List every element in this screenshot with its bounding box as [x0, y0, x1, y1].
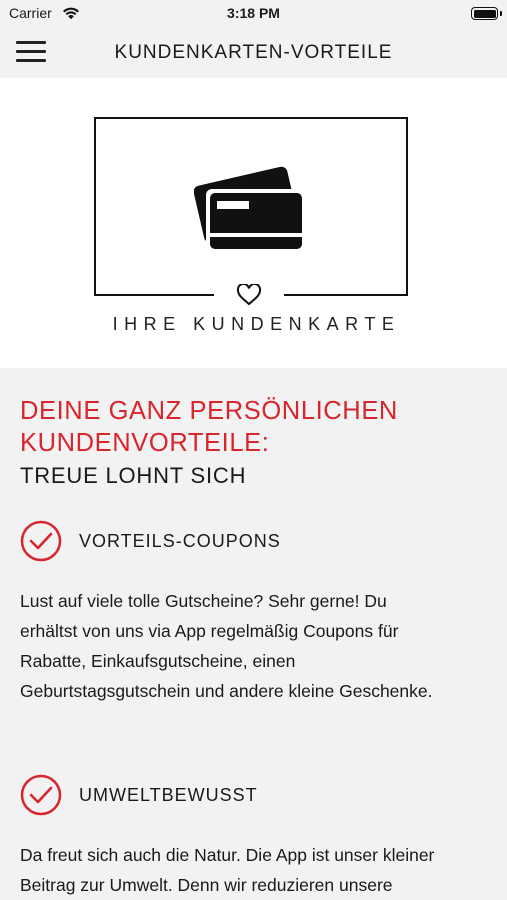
- text-line: Da freut sich auch die Natur. Die App is…: [20, 845, 435, 865]
- text-line: Lust auf viele tolle Gutscheine? Sehr ge…: [20, 591, 387, 611]
- battery-tip: [500, 11, 502, 16]
- text-line: Beitrag zur Umwelt. Denn wir reduzieren …: [20, 875, 393, 895]
- benefit-text-environment: Da freut sich auch die Natur. Die App is…: [20, 840, 490, 900]
- check-circle-icon: [20, 774, 62, 816]
- nav-bar: KUNDENKARTEN-VORTEILE: [0, 28, 507, 78]
- benefit-header-coupons: VORTEILS-COUPONS: [20, 520, 281, 562]
- headline-line: KUNDENVORTEILE:: [20, 429, 270, 457]
- headline: DEINE GANZ PERSÖNLICHEN KUNDENVORTEILE:: [20, 395, 487, 459]
- credit-cards-icon: [194, 166, 306, 253]
- benefit-title: VORTEILS-COUPONS: [79, 530, 281, 551]
- text-line: Rabatte, Einkaufsgutscheine, einen: [20, 651, 296, 671]
- hero-banner: IHRE KUNDENKARTE: [0, 78, 507, 368]
- check-circle-icon: [20, 520, 62, 562]
- text-line: Geburtstagsgutschein und andere kleine G…: [20, 681, 433, 701]
- heart-icon: [236, 284, 262, 306]
- card-frame: [94, 117, 408, 296]
- text-line: erhältst von uns via App regelmäßig Coup…: [20, 621, 399, 641]
- benefit-header-environment: UMWELTBEWUSST: [20, 774, 258, 816]
- benefit-title: UMWELTBEWUSST: [79, 784, 258, 805]
- subline: TREUE LOHNT SICH: [20, 463, 247, 488]
- hero-caption: IHRE KUNDENKARTE: [112, 314, 401, 334]
- page-title: KUNDENKARTEN-VORTEILE: [114, 42, 393, 63]
- battery-icon: [471, 7, 498, 20]
- headline-line: DEINE GANZ PERSÖNLICHEN: [20, 397, 398, 425]
- status-time: 3:18 PM: [227, 5, 280, 21]
- status-bar: Carrier 3:18 PM: [0, 0, 507, 28]
- benefit-text-coupons: Lust auf viele tolle Gutscheine? Sehr ge…: [20, 586, 490, 706]
